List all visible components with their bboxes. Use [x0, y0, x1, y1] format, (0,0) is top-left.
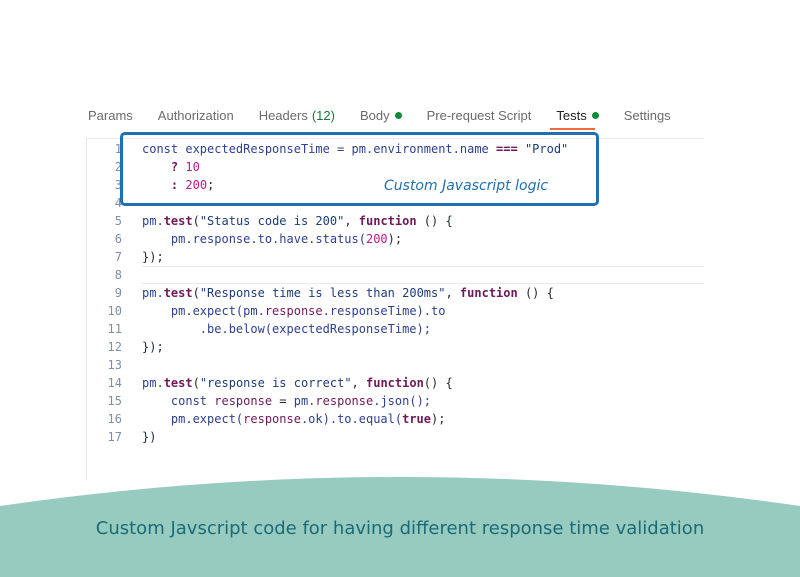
line-number: 8: [114, 268, 122, 282]
tab-params[interactable]: Params: [88, 108, 133, 123]
code-line-17: }): [142, 428, 156, 446]
code-token: true: [402, 412, 432, 426]
code-token: );: [387, 232, 403, 246]
tab-label: Body: [359, 107, 390, 123]
code-line-16: pm.expect(response.ok).to.equal(true);: [142, 410, 446, 428]
line-number: 15: [107, 394, 122, 408]
tab-label: Tests: [556, 107, 587, 123]
code-token: ,: [351, 376, 366, 390]
code-token: response: [264, 304, 323, 318]
code-token: (: [192, 214, 200, 228]
code-line-14: pm.test("response is correct", function(…: [142, 374, 453, 392]
code-token: pm.: [142, 286, 164, 300]
code-token: .ok).to.equal(: [300, 412, 403, 426]
tab-pre-request-script[interactable]: Pre-request Script: [427, 108, 532, 123]
tab-label: Settings: [623, 107, 671, 123]
code-token: function: [366, 376, 424, 390]
code-token: .json();: [373, 394, 432, 408]
code-token: test: [163, 286, 193, 300]
code-token: =: [272, 394, 294, 408]
line-number: 10: [107, 304, 122, 318]
code-token: pm.response.to.have.status(: [142, 232, 366, 246]
code-token: 200: [365, 232, 388, 246]
tab-label: Authorization: [157, 107, 234, 123]
code-token: });: [142, 340, 164, 354]
line-number: 16: [107, 412, 122, 426]
code-token: response: [315, 394, 374, 408]
tab-settings[interactable]: Settings: [624, 108, 671, 123]
code-line-15: const response = pm.response.json();: [142, 392, 431, 410]
headers-count-badge: (12): [311, 107, 335, 123]
tab-label: Params: [88, 107, 133, 123]
tab-body[interactable]: Body: [360, 108, 402, 123]
line-number: 12: [107, 340, 122, 354]
line-number: 17: [107, 430, 122, 444]
line-number: 1: [114, 142, 122, 156]
line-number: 13: [107, 358, 122, 372]
code-token: (: [192, 376, 200, 390]
caption-text: Custom Javscript code for having differe…: [95, 518, 705, 539]
code-token: pm.: [142, 214, 164, 228]
code-line-7: });: [142, 248, 164, 266]
code-token: () {: [416, 214, 453, 228]
code-token: pm.: [142, 376, 164, 390]
code-token: "Status code is 200": [199, 214, 345, 228]
code-line-6: pm.response.to.have.status(200);: [142, 230, 402, 248]
code-token: ,: [344, 214, 359, 228]
annotation-label: Custom Javascript logic: [384, 178, 549, 194]
code-line-9: pm.test("Response time is less than 200m…: [142, 284, 554, 302]
line-number: 4: [114, 196, 122, 210]
status-dot-icon: [591, 111, 599, 119]
code-token: () {: [423, 376, 453, 390]
code-token: (: [192, 286, 200, 300]
line-number: 14: [107, 376, 122, 390]
line-number: 6: [114, 232, 122, 246]
code-line-12: });: [142, 338, 164, 356]
line-number: 7: [114, 250, 122, 264]
line-number: 9: [114, 286, 122, 300]
line-number: 3: [114, 178, 122, 192]
code-token: .be.below(expectedResponseTime);: [142, 322, 431, 336]
code-token: );: [431, 412, 446, 426]
code-token: ,: [445, 286, 460, 300]
tab-label: Headers: [258, 107, 308, 123]
status-dot-icon: [394, 111, 402, 119]
code-token: }): [142, 430, 157, 444]
request-tabs: Params Authorization Headers (12) Body Pr…: [88, 106, 696, 124]
line-number: 2: [114, 160, 122, 174]
active-tab-underline: [550, 128, 595, 130]
code-token: function: [459, 286, 518, 300]
tab-headers[interactable]: Headers (12): [259, 108, 335, 123]
line-number: 5: [114, 214, 122, 228]
tab-label: Pre-request Script: [426, 107, 532, 123]
code-token: "Response time is less than 200ms": [199, 286, 446, 300]
code-token: function: [358, 214, 417, 228]
code-token: "response is correct": [199, 376, 352, 390]
code-line-11: .be.below(expectedResponseTime);: [142, 320, 431, 338]
code-token: test: [163, 214, 193, 228]
code-token: pm.expect(: [142, 412, 244, 426]
code-token: response: [214, 394, 273, 408]
current-line-highlight: [142, 266, 704, 284]
tab-authorization[interactable]: Authorization: [158, 108, 234, 123]
code-token: () {: [517, 286, 554, 300]
code-token: .responseTime).to: [322, 304, 446, 318]
code-line-5: pm.test("Status code is 200", function (…: [142, 212, 453, 230]
code-token: });: [142, 250, 164, 264]
code-token: response: [243, 412, 301, 426]
code-token: const: [142, 394, 215, 408]
tab-tests[interactable]: Tests: [556, 107, 599, 123]
code-line-10: pm.expect(pm.response.responseTime).to: [142, 302, 446, 320]
line-number: 11: [107, 322, 122, 336]
code-token: pm.expect(pm.: [142, 304, 265, 318]
code-token: pm.: [293, 394, 316, 408]
code-token: test: [163, 376, 193, 390]
highlight-box: [120, 132, 599, 206]
